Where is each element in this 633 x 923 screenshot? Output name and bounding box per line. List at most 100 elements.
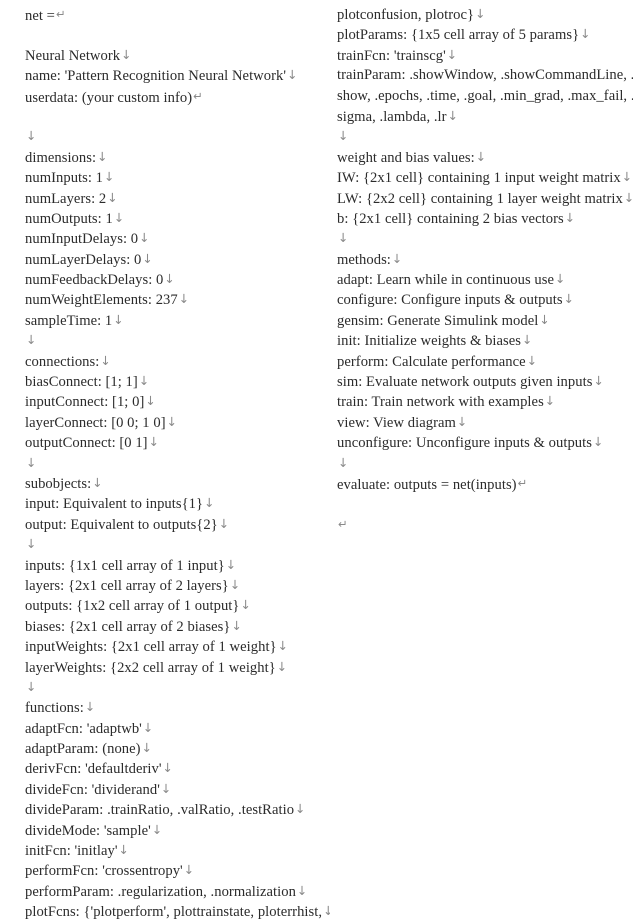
text-line: train: Train network with examples↓ [337,391,633,411]
text-line: sim: Evaluate network outputs given inpu… [337,371,633,391]
line-text: plotconfusion, plotroc} [337,7,475,23]
line-break-icon: ↓ [26,128,37,144]
line-text: show, .epochs, .time, .goal, .min_grad, … [337,87,633,104]
line-text: dimensions: [25,149,97,166]
line-text: numInputDelays: 0 [25,231,139,248]
line-break-icon: ↓ [26,536,37,552]
line-text: gensim: Generate Simulink model [337,312,539,329]
line-break-icon: ↓ [218,515,230,531]
line-text: userdata: (your custom info) [25,89,193,106]
text-line: sampleTime: 1↓ [25,310,330,330]
line-break-icon: ↓ [225,556,237,572]
line-text: plotFcns: {'plotperform', plottrainstate… [25,904,323,921]
line-text: derivFcn: 'defaultderiv' [25,761,162,778]
text-line: Neural Network↓ [25,45,330,65]
text-line: sigma, .lambda, .lr↓ [337,106,633,126]
text-line: performParam: .regularization, .normaliz… [25,881,330,901]
text-line: init: Initialize weights & biases↓ [337,330,633,350]
line-text: inputs: {1x1 cell array of 1 input} [25,557,225,574]
text-line: ↓ [337,228,633,248]
line-text: adapt: Learn while in continuous use [337,272,555,289]
line-text: numInputs: 1 [25,170,104,187]
line-break-icon: ↓ [231,617,242,633]
line-break-icon: ↓ [121,46,132,62]
line-break-icon: ↓ [526,352,538,368]
line-break-icon: ↓ [160,780,172,796]
text-line: perform: Calculate performance↓ [337,351,633,371]
line-break-icon: ↓ [139,230,150,246]
line-break-icon: ↓ [229,576,241,592]
text-line: layers: {2x1 cell array of 2 layers}↓ [25,575,330,595]
text-line: trainFcn: 'trainscg'↓ [337,45,633,65]
text-line [25,24,330,44]
line-text: view: View diagram [337,414,456,431]
line-break-icon: ↓ [447,107,459,123]
line-break-icon: ↓ [166,413,178,429]
text-line: name: 'Pattern Recognition Neural Networ… [25,65,330,85]
text-line: ↓ [337,126,633,146]
paragraph-mark-icon: ↵ [338,516,348,531]
line-text: name: 'Pattern Recognition Neural Networ… [25,68,287,85]
line-break-icon: ↓ [522,332,533,348]
line-break-icon: ↓ [84,699,96,715]
line-break-icon: ↓ [26,332,37,348]
line-text: adaptFcn: 'adaptwb' [25,720,142,737]
line-text: performParam: .regularization, .normaliz… [25,883,296,900]
line-text: functions: [25,700,84,717]
line-break-icon: ↓ [104,169,115,185]
text-line: inputWeights: {2x1 cell array of 1 weigh… [25,636,330,656]
line-break-icon: ↓ [145,393,156,409]
text-line [337,493,633,513]
line-break-icon: ↓ [138,373,150,389]
line-text: divideParam: .trainRatio, .valRatio, .te… [25,802,295,819]
line-text: layers: {2x1 cell array of 2 layers} [25,577,229,594]
text-line: divideFcn: 'dividerand'↓ [25,779,330,799]
line-break-icon: ↓ [621,169,633,185]
text-line: LW: {2x2 cell} containing 1 layer weight… [337,188,633,208]
line-text: numLayerDelays: 0 [25,251,142,268]
line-break-icon: ↓ [178,291,190,307]
line-break-icon: ↓ [162,760,174,776]
line-text: biases: {2x1 cell array of 2 biases} [25,618,231,635]
line-break-icon: ↓ [141,740,153,756]
line-text: numFeedbackDelays: 0 [25,272,164,289]
line-text: configure: Configure inputs & outputs [337,292,563,309]
line-text: Neural Network [25,47,121,64]
text-line: ↓ [25,677,330,697]
text-line: plotParams: {1x5 cell array of 5 params}… [337,24,633,44]
text-line: adapt: Learn while in continuous use↓ [337,269,633,289]
text-line: subobjects:↓ [25,473,330,493]
line-text: sim: Evaluate network outputs given inpu… [337,374,593,391]
text-line: biases: {2x1 cell array of 2 biases}↓ [25,616,330,636]
line-break-icon: ↓ [107,189,118,205]
line-text: divideFcn: 'dividerand' [25,781,160,798]
line-text: evaluate: outputs = net(inputs) [337,476,517,493]
line-break-icon: ↓ [148,434,160,450]
text-line: plotconfusion, plotroc}↓ [337,4,633,24]
text-line: initFcn: 'initlay'↓ [25,840,330,860]
text-line: b: {2x1 cell} containing 2 bias vectors↓ [337,208,633,228]
text-line: functions:↓ [25,697,330,717]
line-text: weight and bias values: [337,149,475,166]
text-line: outputs: {1x2 cell array of 1 output}↓ [25,595,330,615]
text-line: show, .epochs, .time, .goal, .min_grad, … [337,86,633,106]
text-line: evaluate: outputs = net(inputs)↵ [337,473,633,493]
text-line: ↓ [25,534,330,554]
line-break-icon: ↓ [92,474,103,490]
line-break-icon: ↓ [623,189,633,205]
line-break-icon: ↓ [26,454,37,470]
text-line: inputConnect: [1; 0]↓ [25,391,330,411]
line-break-icon: ↓ [580,26,591,42]
text-line: userdata: (your custom info)↵ [25,86,330,106]
line-break-icon: ↓ [142,719,154,735]
line-break-icon: ↓ [100,352,111,368]
line-break-icon: ↓ [295,801,306,817]
line-text: trainParam: .showWindow, .showCommandLin… [337,67,633,84]
text-line: configure: Configure inputs & outputs↓ [337,289,633,309]
text-line: view: View diagram↓ [337,412,633,432]
text-line: output: Equivalent to outputs{2}↓ [25,514,330,534]
line-break-icon: ↓ [539,311,550,327]
line-text: inputConnect: [1; 0] [25,394,145,411]
line-break-icon: ↓ [475,6,486,21]
text-line: layerWeights: {2x2 cell array of 1 weigh… [25,657,330,677]
